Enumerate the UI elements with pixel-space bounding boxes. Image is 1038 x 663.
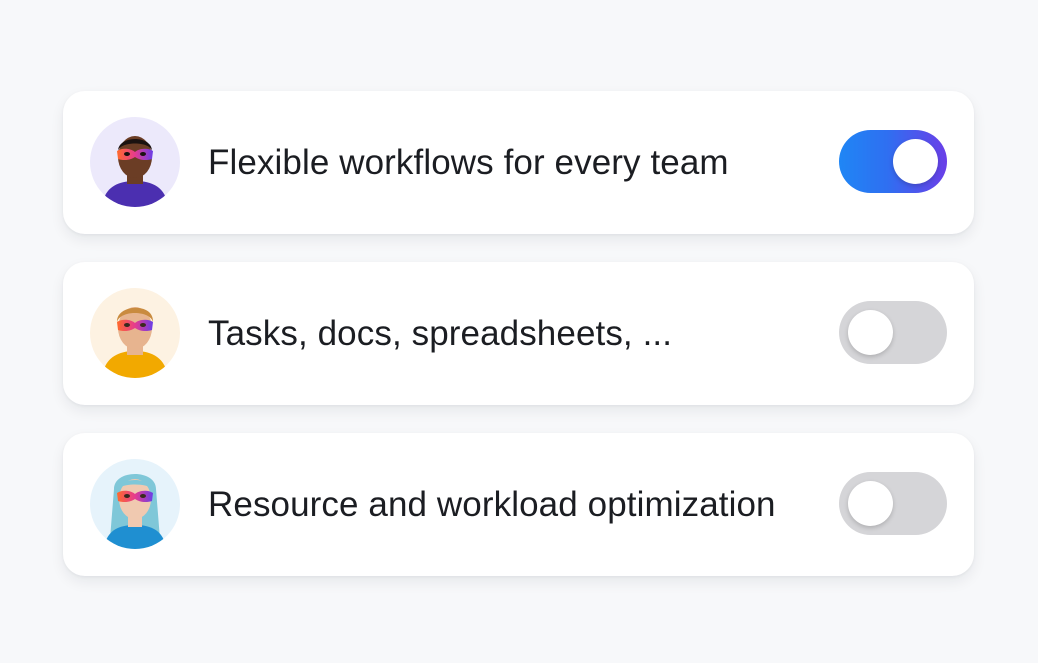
feature-toggle-switch[interactable] [839, 472, 947, 535]
feature-label: Flexible workflows for every team [208, 143, 729, 182]
feature-label: Resource and workload optimization [208, 485, 776, 524]
toggle-knob [893, 139, 938, 184]
feature-card-resource-workload: Resource and workload optimization [63, 433, 974, 576]
feature-toggle-switch[interactable] [839, 130, 947, 193]
avatar [90, 459, 180, 549]
avatar [90, 288, 180, 378]
toggle-knob [848, 310, 893, 355]
avatar [90, 117, 180, 207]
feature-toggle-switch[interactable] [839, 301, 947, 364]
toggle-knob [848, 481, 893, 526]
feature-card-tasks-docs: Tasks, docs, spreadsheets, ... [63, 262, 974, 405]
feature-card-flexible-workflows: Flexible workflows for every team [63, 91, 974, 234]
feature-label: Tasks, docs, spreadsheets, ... [208, 314, 673, 353]
